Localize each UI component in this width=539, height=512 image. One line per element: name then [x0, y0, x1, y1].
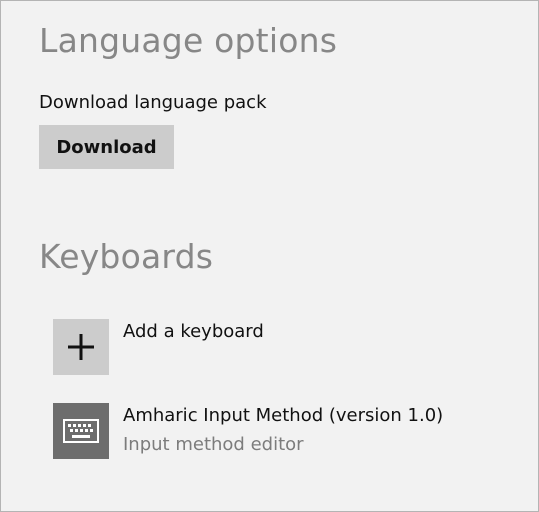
plus-icon: [53, 319, 109, 375]
add-keyboard-button[interactable]: Add a keyboard: [53, 319, 493, 377]
keyboards-title: Keyboards: [39, 237, 214, 276]
add-keyboard-label: Add a keyboard: [123, 321, 264, 342]
keyboard-item-description: Input method editor: [123, 434, 304, 455]
keyboard-icon: [53, 403, 109, 459]
keyboard-item-amharic[interactable]: Amharic Input Method (version 1.0) Input…: [53, 403, 493, 461]
language-options-panel: Language options Download language pack …: [0, 0, 539, 512]
download-button[interactable]: Download: [39, 125, 174, 169]
keyboard-item-name: Amharic Input Method (version 1.0): [123, 405, 444, 426]
download-language-pack-label: Download language pack: [39, 92, 267, 113]
language-options-title: Language options: [39, 21, 338, 60]
